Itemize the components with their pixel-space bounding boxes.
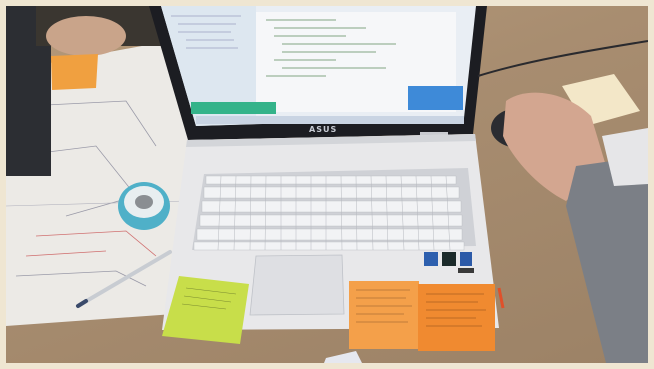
- cable: [477, 40, 648, 77]
- touchpad: [249, 254, 345, 316]
- laptop-brand-label: ASUS: [309, 125, 337, 134]
- photo-frame: ASUS: [0, 0, 654, 369]
- sticker-nvidia: [442, 252, 456, 266]
- bottom-object: [324, 351, 362, 363]
- sticker-hdmi: [458, 268, 474, 273]
- desk-scene: ASUS: [6, 6, 648, 363]
- sticky-note-orange-left: [349, 281, 419, 349]
- desk-photo: ASUS: [6, 6, 648, 363]
- laptop-lid: ASUS: [149, 6, 487, 140]
- sticker-windows: [460, 252, 472, 266]
- sleeve: [566, 156, 648, 363]
- sticky-note-orange-right: [418, 284, 495, 351]
- tape-roll: [118, 182, 170, 230]
- orange-sticky-top: [51, 54, 98, 90]
- usb-plug: [497, 287, 505, 309]
- sticker-intel: [424, 252, 438, 266]
